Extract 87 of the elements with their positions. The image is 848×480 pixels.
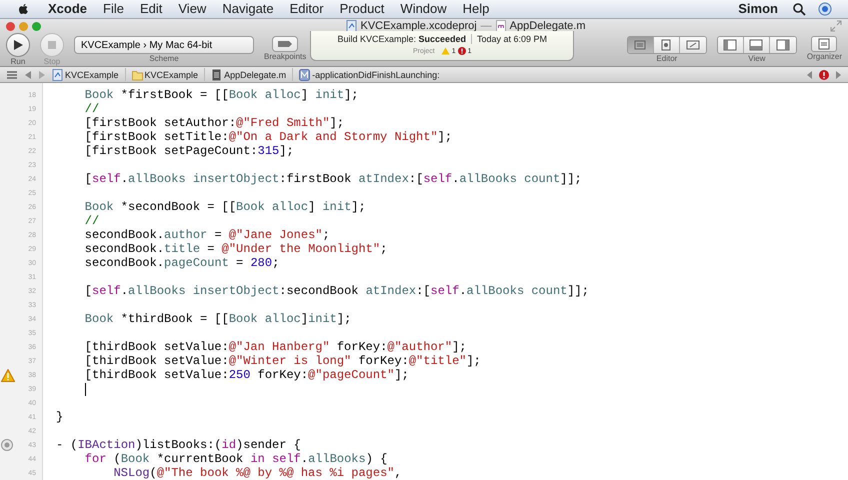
right-panel-icon bbox=[776, 39, 790, 51]
editor-segment[interactable] bbox=[680, 37, 706, 53]
code-line: [self.allBooks insertObject:secondBook atIndex:[self.allBooks count]]; bbox=[84, 284, 589, 298]
menu-item[interactable]: File bbox=[95, 0, 132, 18]
view-segment[interactable] bbox=[718, 37, 744, 53]
menu-item[interactable]: Product bbox=[332, 0, 392, 18]
error-icon[interactable] bbox=[819, 70, 829, 80]
view-segmented-control[interactable] bbox=[716, 36, 797, 54]
toolbar-label: Scheme bbox=[149, 54, 179, 63]
code-line: } bbox=[56, 410, 64, 424]
menu-item[interactable]: Edit bbox=[132, 0, 170, 18]
assistant-editor-icon bbox=[659, 39, 674, 51]
version-editor-icon bbox=[686, 39, 700, 51]
code-line: secondBook.author = @"Jane Jones"; bbox=[84, 228, 330, 242]
path-item[interactable]: -applicationDidFinishLaunching: bbox=[299, 68, 440, 80]
editor-segment[interactable] bbox=[654, 37, 680, 53]
standard-editor-icon bbox=[633, 39, 648, 51]
file-icon bbox=[496, 20, 506, 32]
stop-icon bbox=[47, 40, 57, 50]
app-menu[interactable]: Xcode bbox=[36, 0, 96, 18]
related-items-icon[interactable] bbox=[6, 70, 18, 80]
toolbar-label: Run bbox=[10, 57, 26, 66]
window-title: KVCExample.xcodeproj bbox=[360, 20, 477, 32]
project-file-icon bbox=[346, 20, 356, 32]
code-line: Book *secondBook = [[Book alloc] init]; bbox=[84, 200, 366, 214]
run-button[interactable] bbox=[6, 33, 30, 57]
play-icon bbox=[12, 39, 24, 51]
code-line: [firstBook setPageCount:315]; bbox=[84, 144, 294, 158]
apple-icon[interactable] bbox=[16, 2, 30, 16]
code-line: [thirdBook setValue:250 forKey:@"pageCount"]; bbox=[84, 368, 409, 382]
search-icon[interactable] bbox=[792, 2, 806, 16]
breakpoint-marker-icon[interactable] bbox=[1, 439, 13, 451]
code-line: Book *firstBook = [[Book alloc] init]; bbox=[84, 88, 358, 102]
error-icon[interactable] bbox=[458, 47, 466, 55]
window-title: AppDelegate.m bbox=[510, 20, 586, 32]
toolbar-label: View bbox=[748, 54, 766, 63]
path-item[interactable]: AppDelegate.m bbox=[211, 68, 286, 80]
code-line: [firstBook setAuthor:@"Fred Smith"]; bbox=[84, 116, 344, 130]
code-line: secondBook.pageCount = 280; bbox=[84, 256, 280, 270]
toolbar-label: Breakpoints bbox=[264, 52, 306, 61]
scheme-popup[interactable]: KVCExample › My Mac 64-bit bbox=[74, 36, 254, 54]
toolbar-label: Editor bbox=[656, 54, 678, 63]
toolbar-label: Stop bbox=[44, 57, 60, 66]
code-line: secondBook.title = @"Under the Moonlight"; bbox=[84, 242, 388, 256]
project-file-icon bbox=[52, 68, 63, 80]
build-time: Today at 6:09 PM bbox=[477, 34, 548, 44]
menu-item[interactable]: View bbox=[170, 0, 214, 18]
next-issue-icon[interactable] bbox=[835, 70, 842, 80]
menu-item[interactable]: Window bbox=[392, 0, 455, 18]
title-separator: — bbox=[480, 20, 492, 32]
organizer-icon bbox=[817, 38, 832, 50]
code-line: [thirdBook setValue:@"Jan Hanberg" forKey:@"author"]; bbox=[84, 340, 466, 354]
left-panel-icon bbox=[723, 39, 738, 51]
close-button[interactable] bbox=[6, 22, 15, 30]
organizer-button[interactable] bbox=[811, 36, 838, 52]
editor-segmented-control[interactable] bbox=[626, 36, 707, 54]
target-icon[interactable] bbox=[818, 2, 832, 16]
path-item[interactable]: KVCExample bbox=[52, 68, 119, 80]
file-icon bbox=[211, 68, 222, 80]
warning-icon[interactable] bbox=[1, 369, 15, 382]
bottom-panel-icon bbox=[749, 39, 764, 51]
code-line: [firstBook setTitle:@"On a Dark and Stormy Night"]; bbox=[84, 130, 452, 144]
toolbar-label: Organizer bbox=[806, 52, 842, 61]
code-line: // bbox=[84, 102, 100, 116]
method-icon bbox=[299, 68, 310, 80]
zoom-button[interactable] bbox=[32, 22, 41, 30]
code-line: Book *thirdBook = [[Book alloc]init]; bbox=[84, 312, 352, 326]
user-name[interactable]: Simon bbox=[730, 0, 786, 18]
code-line: NSLog(@"The book %@ by %@ has %i pages", bbox=[112, 466, 402, 480]
editor-segment[interactable] bbox=[628, 37, 654, 53]
code-line: [self.allBooks insertObject:firstBook atIndex:[self.allBooks count]]; bbox=[84, 172, 582, 186]
view-segment[interactable] bbox=[744, 37, 770, 53]
path-item[interactable]: KVCExample bbox=[132, 68, 198, 80]
code-line: - (IBAction)listBooks:(id)sender { bbox=[56, 438, 301, 452]
previous-issue-icon[interactable] bbox=[806, 70, 813, 80]
folder-icon bbox=[132, 68, 143, 80]
view-segment[interactable] bbox=[770, 37, 796, 53]
menu-item[interactable]: Navigate bbox=[214, 0, 282, 18]
code-line: for (Book *currentBook in self.allBooks) { bbox=[84, 452, 388, 466]
breakpoints-button[interactable] bbox=[272, 36, 298, 52]
build-status: Build KVCExample: Succeeded bbox=[337, 34, 466, 44]
code-line: // bbox=[84, 214, 100, 228]
menu-item[interactable]: Editor bbox=[282, 0, 332, 18]
breakpoint-icon bbox=[277, 40, 294, 48]
menu-item[interactable]: Help bbox=[454, 0, 498, 18]
back-icon[interactable] bbox=[24, 70, 32, 80]
code-line: [thirdBook setValue:@"Winter is long" forKey:@"title"]; bbox=[84, 354, 481, 368]
